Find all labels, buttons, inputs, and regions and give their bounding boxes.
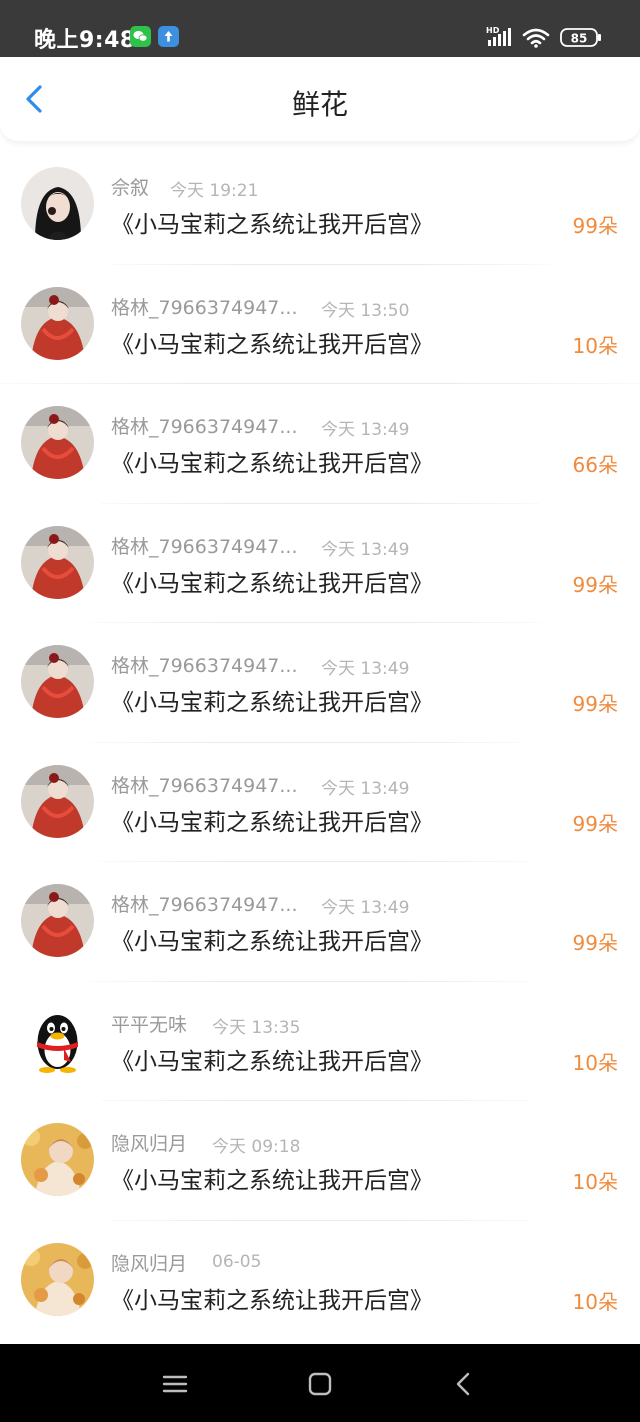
user-name[interactable]: 格林_7966374947... <box>111 532 298 559</box>
timestamp: 今天 13:49 <box>321 778 410 799</box>
home-button[interactable] <box>304 1368 336 1400</box>
list-item[interactable]: 隐风归月 06-05 《小马宝莉之系统让我开后宫》 10朵 <box>0 1221 640 1341</box>
book-title[interactable]: 《小马宝莉之系统让我开后宫》 <box>111 1281 433 1315</box>
user-name[interactable]: 平平无味 <box>111 1010 187 1037</box>
user-name[interactable]: 格林_7966374947... <box>111 890 298 917</box>
status-time: 晚上9:48 <box>34 28 136 53</box>
list-item[interactable]: 格林_7966374947... 今天 13:49 《小马宝莉之系统让我开后宫》… <box>0 862 640 982</box>
red-robe-anime-avatar-icon <box>21 406 94 479</box>
book-title[interactable]: 《小马宝莉之系统让我开后宫》 <box>111 683 433 717</box>
chevron-left-icon <box>456 1372 470 1396</box>
timestamp: 今天 09:18 <box>212 1137 301 1157</box>
flower-count: 99朵 <box>572 692 618 716</box>
qq-penguin-avatar-icon <box>21 1003 94 1077</box>
user-name[interactable]: 隐风归月 <box>111 1129 187 1156</box>
status-bar: 晚上9:48 HD 85 <box>0 0 640 57</box>
flower-count: 99朵 <box>572 214 618 238</box>
flower-count: 99朵 <box>572 811 618 836</box>
user-name[interactable]: 佘叙 <box>111 173 149 200</box>
system-back-button[interactable] <box>448 1368 480 1400</box>
avatar[interactable] <box>21 525 94 599</box>
red-robe-anime-avatar-icon <box>21 884 94 957</box>
hd-label: HD <box>486 26 500 35</box>
list-item[interactable]: 隐风归月 今天 09:18 《小马宝莉之系统让我开后宫》 10朵 <box>0 1101 640 1221</box>
red-robe-anime-avatar-icon <box>21 286 94 360</box>
book-title[interactable]: 《小马宝莉之系统让我开后宫》 <box>111 564 433 598</box>
page-title: 鲜花 <box>291 88 348 121</box>
girl-photo-avatar-icon <box>21 167 94 240</box>
menu-icon <box>162 1375 188 1393</box>
red-robe-anime-avatar-icon <box>21 645 94 718</box>
book-title[interactable]: 《小马宝莉之系统让我开后宫》 <box>111 803 433 837</box>
list-item[interactable]: 格林_7966374947... 今天 13:49 《小马宝莉之系统让我开后宫》… <box>0 623 640 743</box>
flower-count: 99朵 <box>572 572 618 597</box>
status-icons: HD 85 <box>486 26 601 48</box>
list-item[interactable]: 格林_7966374947... 今天 13:49 《小马宝莉之系统让我开后宫》… <box>0 384 640 504</box>
flower-list: 佘叙 今天 19:21 《小马宝莉之系统让我开后宫》 99朵 格林_796637… <box>0 145 640 1340</box>
timestamp: 今天 13:50 <box>321 300 410 321</box>
timestamp: 今天 13:35 <box>212 1017 301 1038</box>
battery-icon: 85 <box>560 28 601 47</box>
book-title[interactable]: 《小马宝莉之系统让我开后宫》 <box>111 205 433 239</box>
home-square-icon <box>308 1372 332 1396</box>
autumn-anime-avatar-icon <box>21 1123 94 1196</box>
red-robe-anime-avatar-icon <box>21 764 94 838</box>
navigation-bar <box>0 1344 640 1422</box>
avatar[interactable] <box>21 1003 94 1077</box>
user-name[interactable]: 格林_7966374947... <box>111 412 298 439</box>
upload-notification-icon <box>158 26 179 47</box>
timestamp: 06-05 <box>212 1251 262 1272</box>
avatar[interactable] <box>21 884 94 957</box>
timestamp: 今天 13:49 <box>321 898 410 918</box>
list-item[interactable]: 格林_7966374947... 今天 13:49 《小马宝莉之系统让我开后宫》… <box>0 743 640 862</box>
flower-count: 99朵 <box>572 931 618 955</box>
book-title[interactable]: 《小马宝莉之系统让我开后宫》 <box>111 1042 433 1076</box>
book-title[interactable]: 《小马宝莉之系统让我开后宫》 <box>111 1161 433 1195</box>
flower-count: 10朵 <box>572 1289 618 1314</box>
avatar[interactable] <box>21 406 94 479</box>
list-item[interactable]: 佘叙 今天 19:21 《小马宝莉之系统让我开后宫》 99朵 <box>0 145 640 265</box>
timestamp: 今天 19:21 <box>170 181 259 201</box>
header: 鲜花 <box>0 57 640 141</box>
timestamp: 今天 13:49 <box>321 659 410 679</box>
flower-count: 10朵 <box>572 1170 618 1194</box>
avatar[interactable] <box>21 1123 94 1196</box>
flower-count: 10朵 <box>572 1050 618 1075</box>
list-item[interactable]: 格林_7966374947... 今天 13:49 《小马宝莉之系统让我开后宫》… <box>0 504 640 623</box>
book-title[interactable]: 《小马宝莉之系统让我开后宫》 <box>111 325 433 359</box>
timestamp: 今天 13:49 <box>321 420 410 440</box>
autumn-anime-avatar-icon <box>21 1242 94 1316</box>
list-item[interactable]: 平平无味 今天 13:35 《小马宝莉之系统让我开后宫》 10朵 <box>0 982 640 1101</box>
avatar[interactable] <box>21 1242 94 1316</box>
user-name[interactable]: 格林_7966374947... <box>111 771 298 798</box>
avatar[interactable] <box>21 286 94 360</box>
red-robe-anime-avatar-icon <box>21 525 94 599</box>
battery-level: 85 <box>571 32 588 46</box>
flower-count: 66朵 <box>572 453 618 477</box>
avatar[interactable] <box>21 764 94 838</box>
book-title[interactable]: 《小马宝莉之系统让我开后宫》 <box>111 922 433 956</box>
list-item[interactable]: 格林_7966374947... 今天 13:50 《小马宝莉之系统让我开后宫》… <box>0 265 640 384</box>
avatar[interactable] <box>21 167 94 240</box>
user-name[interactable]: 隐风归月 <box>111 1249 187 1276</box>
wifi-icon <box>522 28 550 45</box>
recent-apps-button[interactable] <box>159 1368 191 1400</box>
flower-count: 10朵 <box>572 333 618 358</box>
book-title[interactable]: 《小马宝莉之系统让我开后宫》 <box>111 444 433 478</box>
user-name[interactable]: 格林_7966374947... <box>111 651 298 678</box>
wechat-notification-icon <box>130 26 151 47</box>
avatar[interactable] <box>21 645 94 718</box>
user-name[interactable]: 格林_7966374947... <box>111 293 298 320</box>
timestamp: 今天 13:49 <box>321 539 410 560</box>
